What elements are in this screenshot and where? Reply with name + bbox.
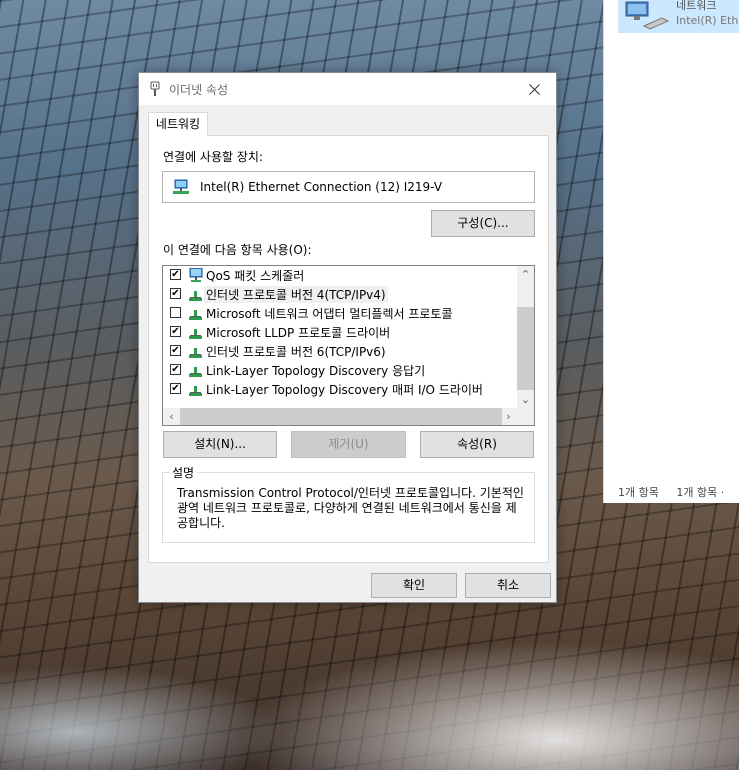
horizontal-scrollbar[interactable]: ‹ › [163, 408, 534, 425]
properties-button[interactable]: 속성(R) [420, 431, 534, 458]
protocol-icon [189, 329, 202, 339]
list-item-ipv4[interactable]: ✔ 인터넷 프로토콜 버전 4(TCP/IPv4) [163, 285, 515, 304]
description-title: 설명 [169, 464, 198, 481]
network-item-subtitle: Intel(R) Ethe [676, 14, 739, 27]
ethernet-properties-dialog: 이더넷 속성 네트워킹 연결에 사용할 장치: Intel(R) Etherne… [138, 72, 557, 603]
list-item-multiplexor[interactable]: Microsoft 네트워크 어댑터 멀티플렉서 프로토콜 [163, 304, 515, 323]
dialog-title: 이더넷 속성 [169, 83, 229, 97]
horizontal-scroll-thumb[interactable] [180, 408, 502, 425]
list-item-lldp[interactable]: ✔ Microsoft LLDP 프로토콜 드라이버 [163, 323, 515, 342]
checkbox[interactable]: ✔ [170, 326, 181, 337]
connect-using-label: 연결에 사용할 장치: [163, 150, 263, 164]
protocol-icon [189, 291, 202, 301]
vertical-scroll-thumb[interactable] [517, 307, 534, 390]
protocol-icon [189, 367, 202, 377]
network-adapter-icon [625, 1, 670, 30]
status-item-count: 1개 항목 [618, 486, 659, 499]
list-item-label: Link-Layer Topology Discovery 매퍼 I/O 드라이… [206, 383, 483, 397]
items-label: 이 연결에 다음 항목 사용(O): [163, 243, 312, 257]
install-button[interactable]: 설치(N)... [163, 431, 277, 458]
qos-network-icon [189, 268, 203, 282]
protocol-icon [189, 310, 202, 320]
list-item-label: Link-Layer Topology Discovery 응답기 [206, 364, 426, 378]
description-text: Transmission Control Protocol/인터넷 프로토콜입니… [177, 486, 524, 530]
background-explorer-window[interactable]: 네트워크 Intel(R) Ethe 1개 항목 1개 항목 · [603, 0, 739, 503]
list-item-label: 인터넷 프로토콜 버전 4(TCP/IPv4) [204, 286, 388, 303]
network-connection-item[interactable]: 네트워크 Intel(R) Ethe [618, 0, 739, 33]
configure-button[interactable]: 구성(C)... [431, 210, 535, 237]
tab-networking[interactable]: 네트워킹 [148, 112, 208, 136]
components-list[interactable]: ✔ QoS 패킷 스케줄러 ✔ 인터넷 프로토콜 버전 4(TCP/IPv4) [162, 265, 535, 426]
close-icon [528, 83, 540, 95]
scroll-right-icon[interactable]: › [500, 408, 517, 425]
ethernet-cable-icon [150, 81, 160, 96]
status-selected-count: 1개 항목 · [676, 486, 725, 499]
device-name: Intel(R) Ethernet Connection (12) I219-V [200, 180, 443, 194]
list-item-label: Microsoft LLDP 프로토콜 드라이버 [206, 326, 391, 340]
scroll-down-icon[interactable]: ⌄ [517, 391, 534, 408]
checkbox[interactable]: ✔ [170, 345, 181, 356]
checkbox[interactable]: ✔ [170, 269, 181, 280]
checkbox[interactable]: ✔ [170, 383, 181, 394]
list-item-label: QoS 패킷 스케줄러 [206, 269, 305, 283]
scroll-left-icon[interactable]: ‹ [163, 408, 180, 425]
network-item-name: 네트워크 [676, 0, 717, 12]
scroll-up-icon[interactable]: ⌃ [517, 266, 534, 283]
protocol-icon [189, 348, 202, 358]
list-item-qos[interactable]: ✔ QoS 패킷 스케줄러 [163, 266, 515, 285]
ok-button[interactable]: 확인 [371, 573, 457, 598]
status-bar: 1개 항목 1개 항목 · [618, 484, 738, 500]
checkbox[interactable]: ✔ [170, 288, 181, 299]
close-button[interactable] [512, 73, 556, 105]
network-adapter-icon [173, 179, 189, 194]
cancel-button[interactable]: 취소 [465, 573, 551, 598]
checkbox[interactable] [170, 307, 181, 318]
protocol-icon [189, 386, 202, 396]
list-item-label: Microsoft 네트워크 어댑터 멀티플렉서 프로토콜 [206, 307, 453, 321]
uninstall-button[interactable]: 제거(U) [291, 431, 406, 458]
title-bar[interactable]: 이더넷 속성 [139, 73, 556, 105]
vertical-scrollbar[interactable]: ⌃ ⌄ [517, 266, 534, 408]
device-field: Intel(R) Ethernet Connection (12) I219-V [162, 171, 535, 203]
list-item-label: 인터넷 프로토콜 버전 6(TCP/IPv6) [206, 345, 386, 359]
list-item-ipv6[interactable]: ✔ 인터넷 프로토콜 버전 6(TCP/IPv6) [163, 342, 515, 361]
checkbox[interactable]: ✔ [170, 364, 181, 375]
list-item-lltd-responder[interactable]: ✔ Link-Layer Topology Discovery 응답기 [163, 361, 515, 380]
list-item-lltd-mapper[interactable]: ✔ Link-Layer Topology Discovery 매퍼 I/O 드… [163, 380, 515, 399]
